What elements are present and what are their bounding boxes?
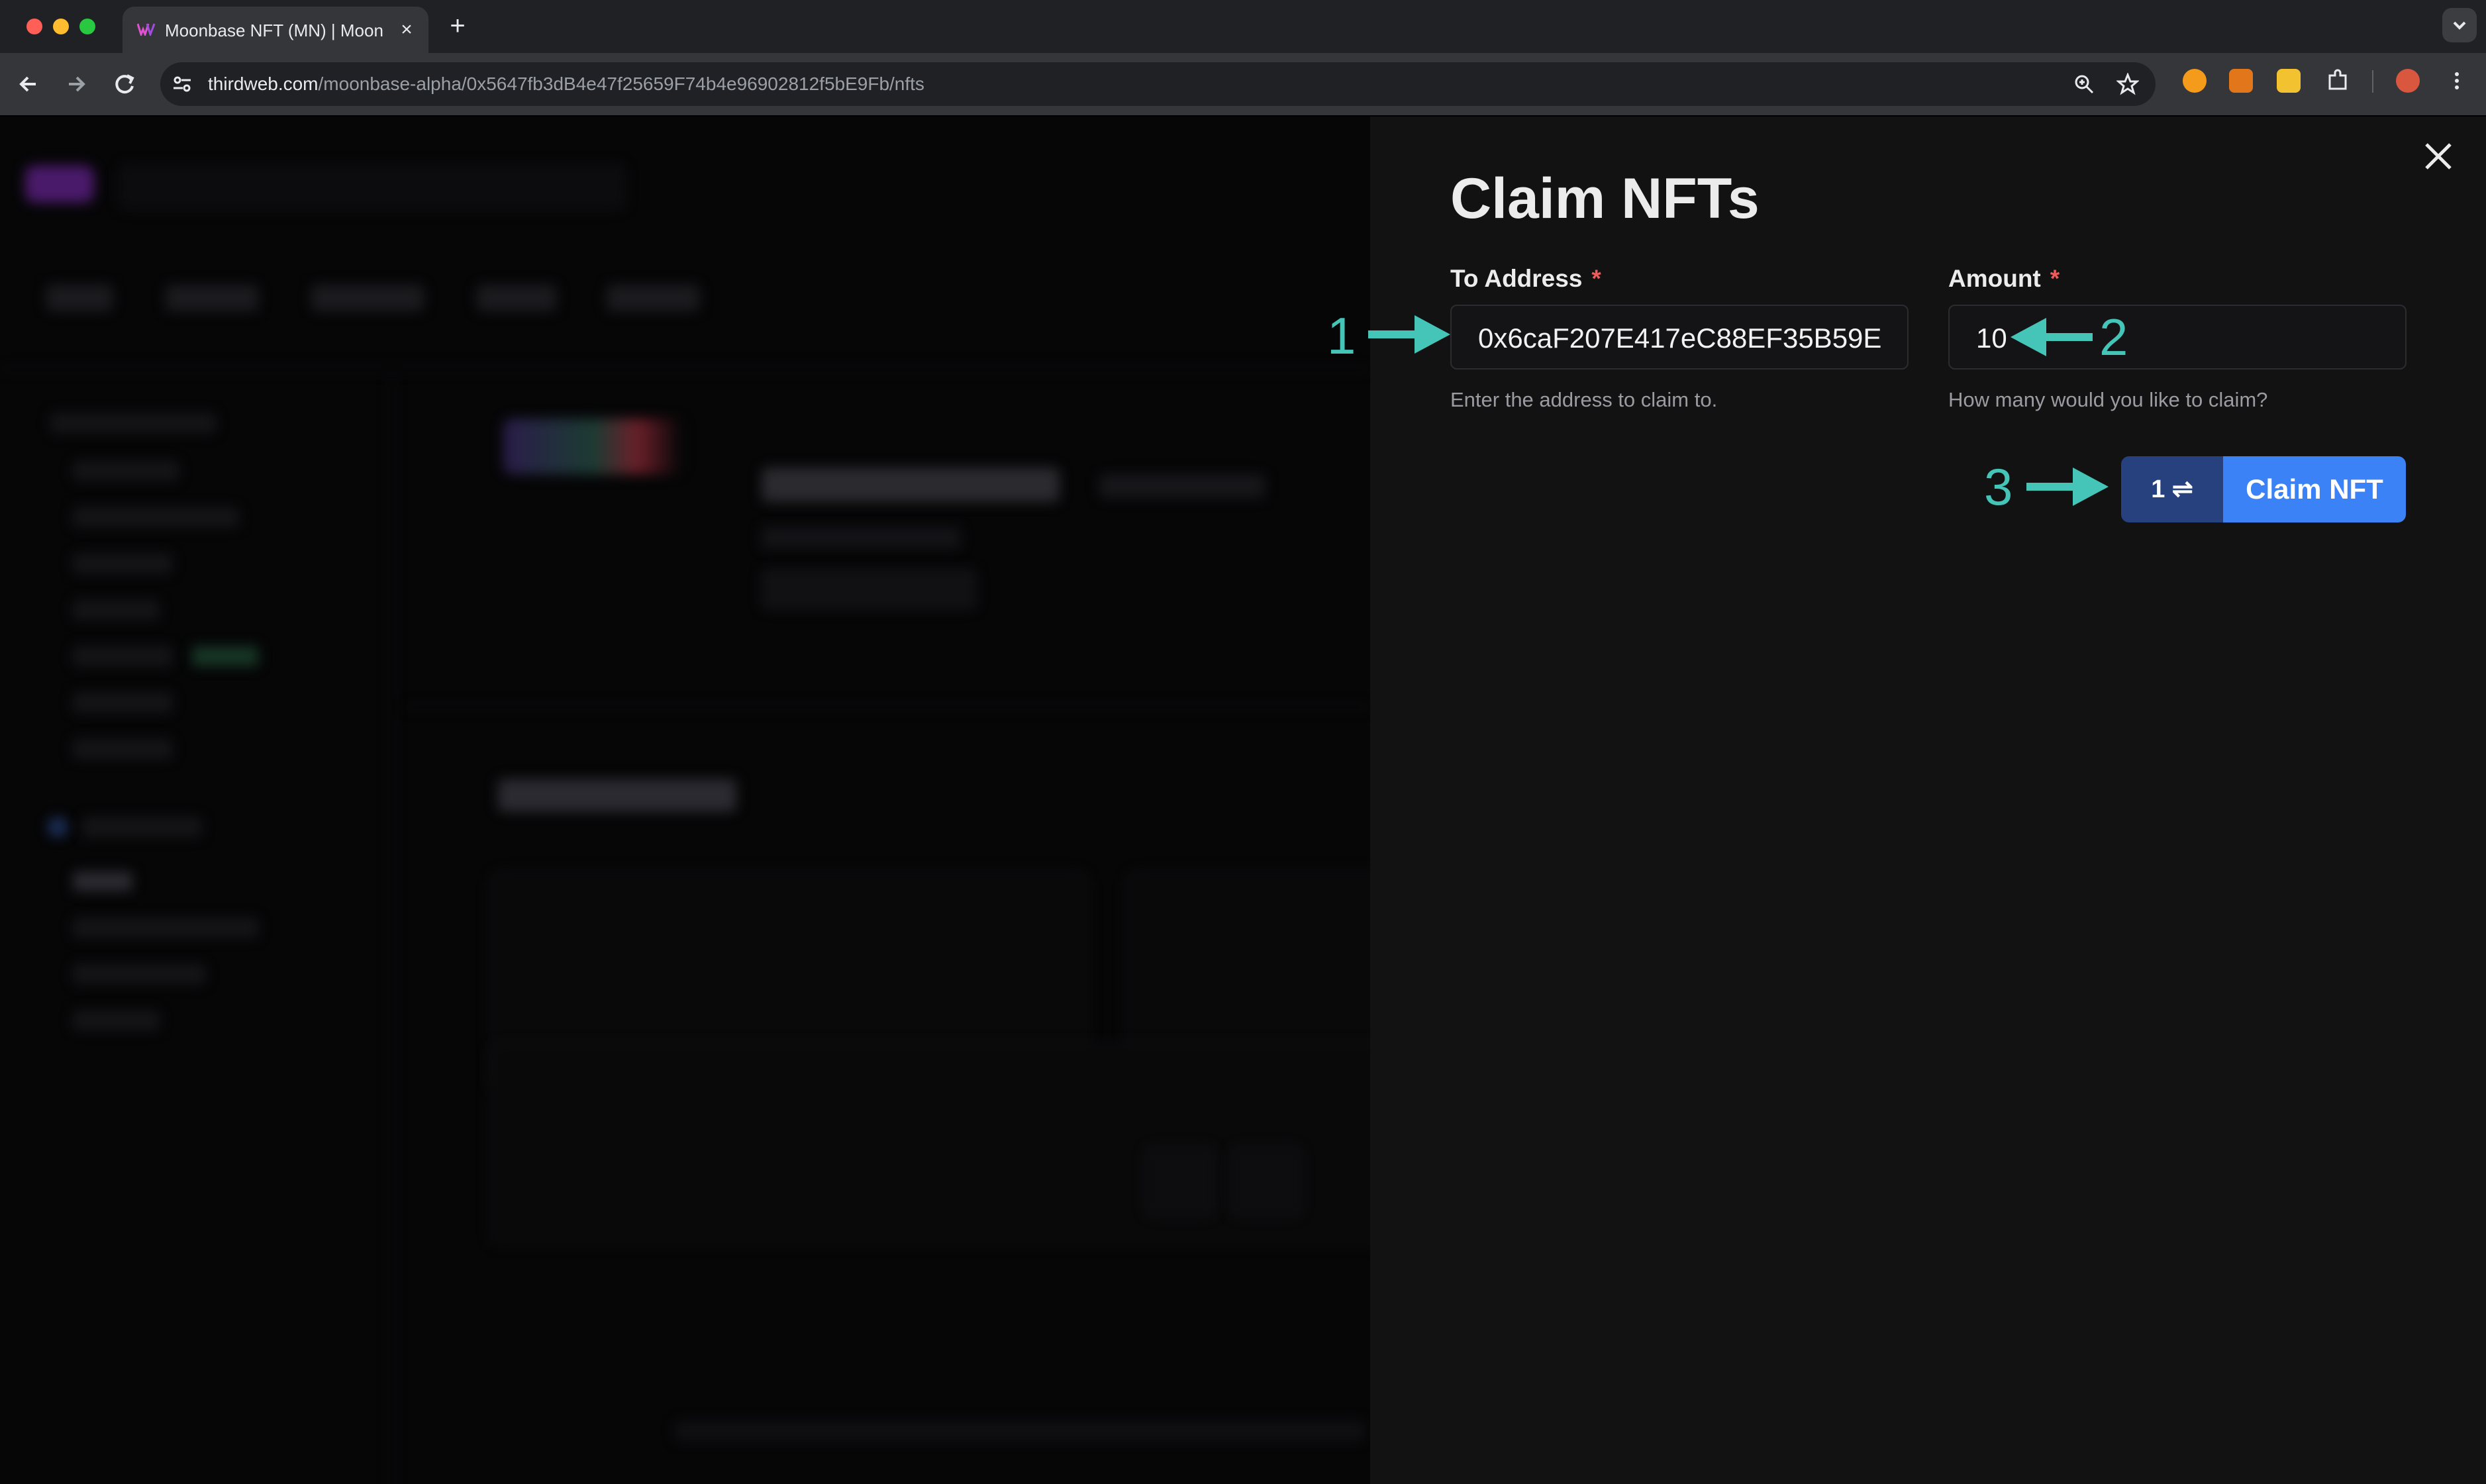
to-address-helper: Enter the address to claim to. (1450, 388, 1718, 411)
background-sidebar-item (73, 461, 179, 481)
background-subtitle (762, 527, 960, 548)
url-host: thirdweb.com (208, 74, 319, 94)
forward-icon[interactable] (60, 68, 93, 101)
amount-label-text: Amount (1948, 265, 2041, 292)
close-icon[interactable] (2420, 138, 2457, 175)
extension-metamask-icon[interactable] (2229, 69, 2253, 93)
background-nav-item (477, 285, 556, 311)
to-address-label: To Address * (1450, 264, 1601, 294)
background-sidebar-item (73, 507, 238, 527)
window-zoom-button[interactable] (79, 19, 95, 34)
annotation-step-1: 1 (1327, 307, 1356, 365)
background-contract-title (762, 468, 1060, 502)
to-address-value: 0x6caF207E417eC88EF35B59E (1478, 322, 1882, 354)
background-pagination-button (1232, 1147, 1301, 1216)
background-sidebar-item (73, 693, 172, 713)
background-sidebar-item (73, 1011, 159, 1030)
tab-title: Moonbase NFT (MN) | Moonb (165, 21, 383, 40)
background-sidebar-item (73, 646, 172, 666)
background-chain-badge (1099, 474, 1265, 498)
background-badge (192, 646, 258, 666)
background-sidebar-item (73, 964, 205, 984)
profile-avatar-icon[interactable] (2396, 69, 2420, 93)
annotation-arrow-right-icon (1368, 315, 1450, 354)
new-tab-button[interactable]: + (442, 11, 473, 41)
background-page-dimmed (0, 117, 1370, 1484)
background-sidebar-item (82, 817, 201, 837)
amount-helper: How many would you like to claim? (1948, 388, 2268, 411)
drawer-title: Claim NFTs (1450, 167, 1760, 230)
annotation-arrow-left-icon (2011, 318, 2093, 356)
background-nav-item (46, 285, 113, 311)
window-close-button[interactable] (26, 19, 42, 34)
to-address-input[interactable]: 0x6caF207E417eC88EF35B59E (1450, 305, 1909, 370)
reload-icon[interactable] (109, 68, 142, 101)
background-nav-item (166, 285, 258, 311)
annotation-arrow-right-icon (2026, 468, 2109, 506)
back-icon[interactable] (12, 68, 45, 101)
background-logo (25, 166, 94, 203)
transaction-count-button[interactable]: 1 ⇌ (2121, 456, 2223, 522)
browser-tab-strip: Moonbase NFT (MN) | Moonb × + (0, 0, 2486, 53)
window-minimize-button[interactable] (53, 19, 69, 34)
background-nav-item (607, 285, 699, 311)
kebab-menu-icon[interactable] (2445, 69, 2469, 93)
extension-puzzle-icon[interactable] (2326, 69, 2350, 93)
extension-yellow-icon[interactable] (2277, 69, 2301, 93)
background-section-dot (48, 817, 68, 837)
tab-search-button[interactable] (2442, 8, 2477, 42)
zoom-icon[interactable] (2073, 73, 2095, 95)
chevron-down-icon (2453, 21, 2466, 30)
address-bar[interactable]: thirdweb.com/moonbase-alpha/0x5647fb3dB4… (160, 62, 2156, 106)
browser-tab-active[interactable]: Moonbase NFT (MN) | Moonb × (123, 7, 428, 53)
to-address-label-text: To Address (1450, 265, 1583, 292)
background-sidebar-item-active (73, 871, 132, 891)
background-pagination-button (1146, 1147, 1215, 1216)
background-sidebar-item (73, 739, 172, 759)
background-nav-item (311, 285, 424, 311)
background-sidebar-heading (50, 413, 216, 433)
background-sidebar-item (73, 918, 258, 938)
required-marker: * (1591, 265, 1601, 292)
annotation-step-3: 3 (1984, 458, 2013, 516)
required-marker: * (2050, 265, 2060, 292)
url-path: /moonbase-alpha/0x5647fb3dB4e47f25659F74… (318, 74, 924, 94)
annotation-step-2: 2 (2099, 308, 2128, 366)
background-section-title (498, 779, 736, 812)
browser-toolbar: thirdweb.com/moonbase-alpha/0x5647fb3dB4… (0, 53, 2486, 117)
amount-label: Amount * (1948, 264, 2060, 294)
background-address-pill (762, 569, 976, 609)
extension-coin-icon[interactable] (2183, 69, 2207, 93)
bookmark-star-icon[interactable] (2116, 73, 2139, 95)
toolbar-divider (2372, 70, 2373, 93)
background-sidebar-item (73, 600, 159, 620)
tab-close-icon[interactable]: × (395, 19, 418, 41)
background-sidebar-item (73, 554, 172, 573)
background-section-divider (404, 706, 1370, 709)
background-search-bar (119, 164, 625, 209)
claim-nft-button[interactable]: Claim NFT (2223, 456, 2406, 522)
background-contract-image (503, 419, 682, 474)
background-footer-links (675, 1421, 1364, 1441)
background-sidebar-divider (391, 375, 393, 1484)
url-text[interactable]: thirdweb.com/moonbase-alpha/0x5647fb3dB4… (208, 73, 924, 95)
thirdweb-favicon-icon (137, 23, 156, 36)
background-header-divider (0, 368, 1370, 371)
site-info-icon[interactable] (171, 73, 193, 95)
